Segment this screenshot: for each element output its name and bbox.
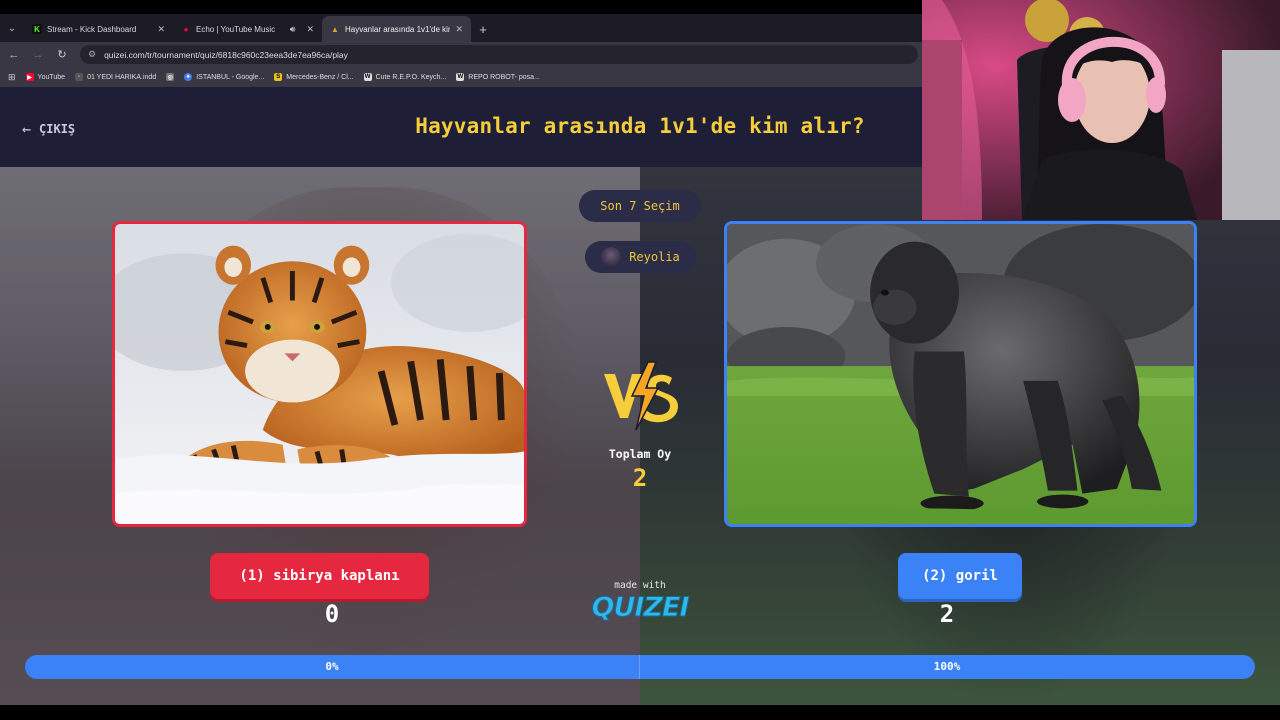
bookmark-label: Mercedes-Benz / Cl... xyxy=(286,73,354,81)
w-icon: W xyxy=(363,73,372,81)
option-right-percent: 100% xyxy=(933,660,961,673)
tab-title: Stream - Kick Dashboard xyxy=(47,24,137,34)
webcam-overlay xyxy=(922,0,1280,220)
bookmark-label: YouTube xyxy=(37,73,66,81)
bookmark-globe[interactable]: ◎ xyxy=(166,73,175,81)
tab-quiz[interactable]: ▲ Hayvanlar arasında 1v1'de kim ✕ xyxy=(322,16,471,42)
tab-search-icon[interactable]: ⌄ xyxy=(0,14,24,42)
bookmark-label: 01 YEDI HARIKA.indd xyxy=(87,73,157,81)
speaker-icon[interactable]: 🔊︎ xyxy=(290,24,296,35)
user-badge[interactable]: Reyolia xyxy=(585,241,696,273)
bookmark-istanbul[interactable]: ● ISTANBUL - Google... xyxy=(184,73,264,81)
youtube-icon: ▶ xyxy=(25,73,34,81)
quizei-icon: ▲ xyxy=(331,24,339,34)
progress-divider xyxy=(639,655,640,679)
apps-icon[interactable]: ⊞ xyxy=(8,72,16,83)
w-icon: W xyxy=(456,73,465,81)
kick-icon: K xyxy=(32,24,42,34)
tab-close-icon[interactable]: ✕ xyxy=(306,24,314,35)
option-right-votes: 2 xyxy=(939,600,955,628)
option-right-button[interactable]: (2) goril xyxy=(898,553,1022,599)
tab-kick-dashboard[interactable]: K Stream - Kick Dashboard ✕ xyxy=(24,16,173,42)
exit-button[interactable]: ← ÇIKIŞ xyxy=(22,120,75,138)
tab-title: Echo | YouTube Music xyxy=(196,24,276,34)
forward-icon[interactable]: → xyxy=(32,49,44,61)
vs-lightning-icon xyxy=(604,361,678,431)
youtube-music-icon: ● xyxy=(183,24,189,34)
option-right-image[interactable] xyxy=(724,221,1197,527)
back-icon[interactable]: ← xyxy=(8,49,20,61)
matchup-arena: Son 7 Seçim Reyolia Toplam Oy 2 made wit… xyxy=(0,167,1280,705)
bookmark-yedi-harika[interactable]: ◦ 01 YEDI HARIKA.indd xyxy=(75,73,156,81)
total-votes-label: Toplam Oy xyxy=(608,447,672,461)
vote-progress-bar: 0% 100% xyxy=(25,655,1255,679)
total-votes-value: 2 xyxy=(632,464,648,492)
address-bar: ← → ↻ ⚙ quizei.com/tr/tournament/quiz/68… xyxy=(0,42,922,67)
tab-close-icon[interactable]: ✕ xyxy=(455,24,463,35)
quizei-logo[interactable]: QUIZEI xyxy=(570,592,710,624)
globe-icon: ◎ xyxy=(166,73,175,81)
page-title: Hayvanlar arasında 1v1'de kim alır? xyxy=(415,114,865,138)
tab-bar: ⌄ K Stream - Kick Dashboard ✕ ● Echo | Y… xyxy=(0,14,922,42)
tab-youtube-music[interactable]: ● Echo | YouTube Music 🔊︎ ✕ xyxy=(173,16,322,42)
recent-choices-label: Son 7 Seçim xyxy=(600,199,680,213)
bookmark-label: REPO ROBOT- posa... xyxy=(468,73,540,81)
arrow-left-icon: ← xyxy=(22,120,32,138)
bottom-black-strip xyxy=(0,705,1280,720)
tab-title: Hayvanlar arasında 1v1'de kim xyxy=(345,24,451,34)
gorilla-image xyxy=(727,224,1194,524)
reload-icon[interactable]: ↻ xyxy=(56,48,68,61)
option-left-percent: 0% xyxy=(325,660,339,673)
maps-icon: ● xyxy=(184,73,193,81)
url-text: quizei.com/tr/tournament/quiz/6818c960c2… xyxy=(104,49,348,60)
webcam-feed xyxy=(922,0,1280,220)
s-icon: S xyxy=(274,73,283,81)
exit-label: ÇIKIŞ xyxy=(39,122,76,136)
user-name: Reyolia xyxy=(629,250,680,264)
made-with-label: made with xyxy=(614,580,666,591)
bookmark-youtube[interactable]: ▶ YouTube xyxy=(25,73,66,81)
option-left-button[interactable]: (1) sibirya kaplanı xyxy=(210,553,429,599)
bookmarks-bar: ⊞ ▶ YouTube ◦ 01 YEDI HARIKA.indd ◎ ● ISTAN… xyxy=(0,67,922,87)
tab-close-icon[interactable]: ✕ xyxy=(157,24,165,35)
new-tab-icon[interactable]: + xyxy=(471,16,495,42)
site-settings-icon[interactable]: ⚙ xyxy=(88,49,96,60)
bookmark-label: ISTANBUL - Google... xyxy=(196,73,265,81)
avatar xyxy=(601,247,622,267)
bookmark-repo-keychain[interactable]: W Cute R.E.P.O. Keych... xyxy=(363,73,447,81)
document-icon: ◦ xyxy=(75,73,84,81)
bookmark-mercedes[interactable]: S Mercedes-Benz / Cl... xyxy=(274,73,354,81)
recent-choices-badge[interactable]: Son 7 Seçim xyxy=(579,190,701,222)
tiger-image xyxy=(115,224,524,524)
option-left-image[interactable] xyxy=(112,221,527,527)
bookmark-repo-robot[interactable]: W REPO ROBOT- posa... xyxy=(456,73,540,81)
url-field[interactable]: ⚙ quizei.com/tr/tournament/quiz/6818c960… xyxy=(80,45,918,64)
bookmark-label: Cute R.E.P.O. Keych... xyxy=(375,73,447,81)
option-left-votes: 0 xyxy=(324,600,340,628)
